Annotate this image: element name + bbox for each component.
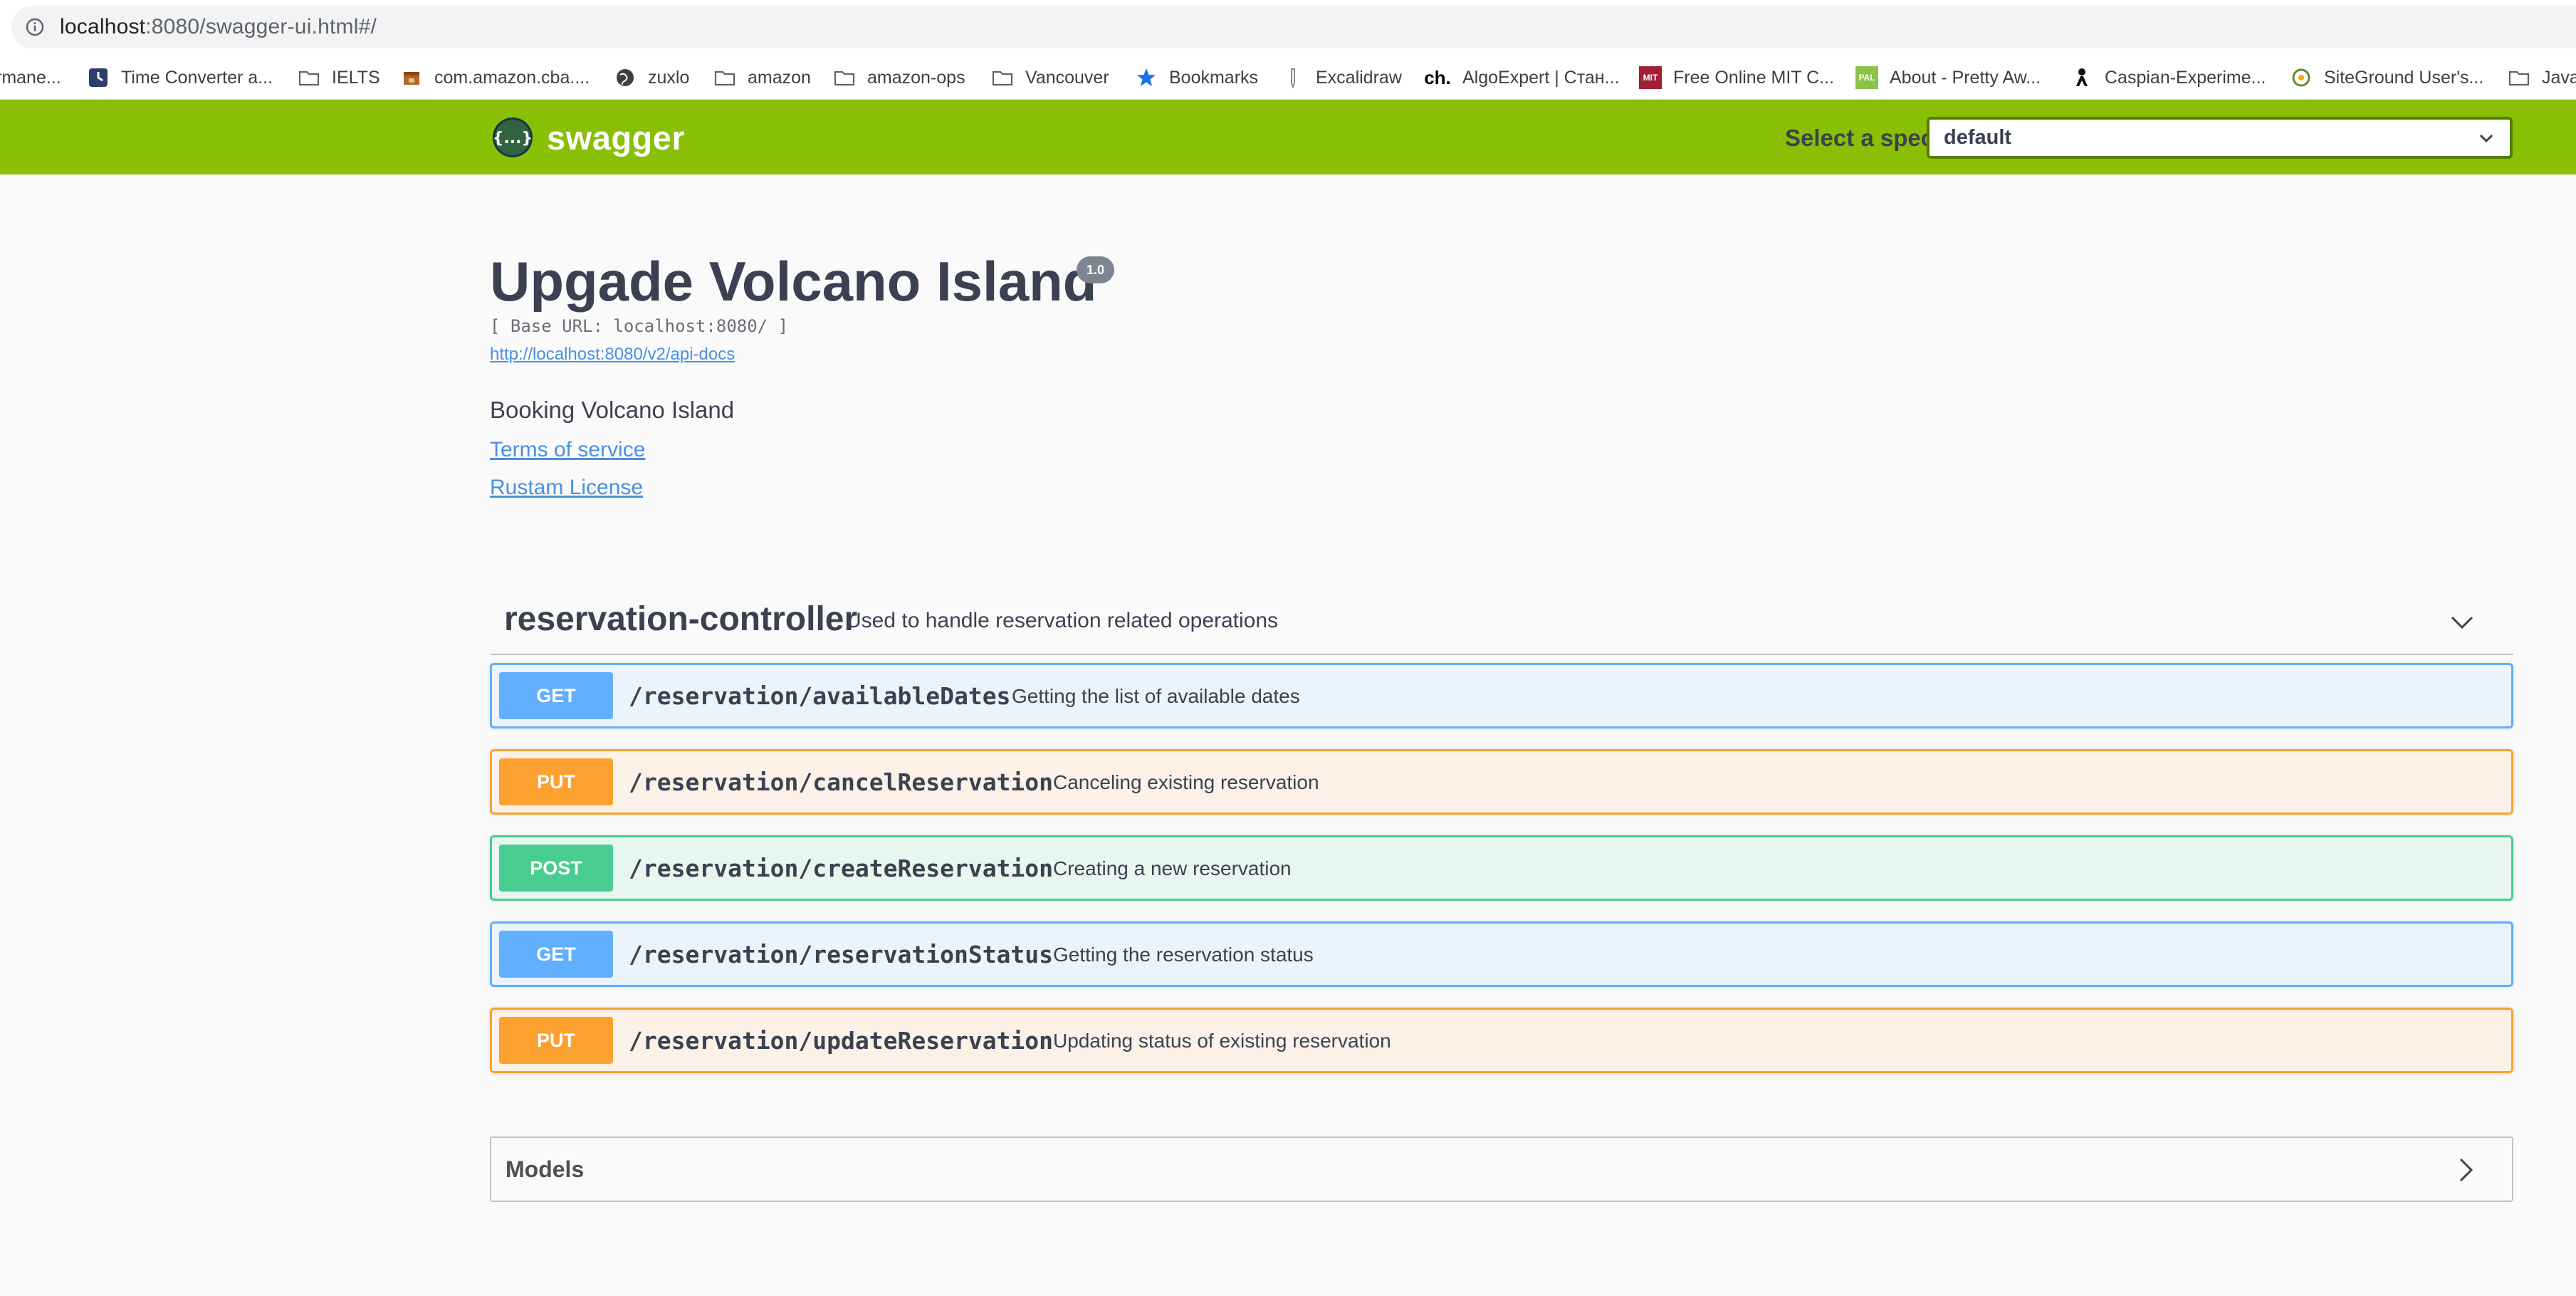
method-badge: POST: [499, 845, 613, 892]
select-spec-label: Select a spec: [1785, 125, 1934, 151]
bookmark-label: zuxlo: [648, 68, 690, 88]
url-field[interactable]: localhost:8080/swagger-ui.html#/: [11, 6, 2576, 48]
folder-icon: [833, 66, 856, 89]
bookmark-label: Caspian-Experime...: [2105, 68, 2266, 88]
logo-text: swagger: [547, 118, 686, 157]
bookmark-item[interactable]: com.amazon.cba....: [400, 63, 590, 93]
bookmark-label: com.amazon.cba....: [434, 68, 590, 88]
bookmark-item[interactable]: Vancouver: [991, 63, 1109, 93]
bookmark-label: rmane...: [0, 68, 61, 88]
models-section[interactable]: Models: [490, 1136, 2513, 1202]
bookmark-label: About - Pretty Aw...: [1890, 68, 2041, 88]
bookmark-item[interactable]: MIT Free Online MIT C...: [1639, 63, 1834, 93]
folder-icon: [298, 66, 320, 89]
clock-icon: [87, 66, 110, 89]
chevron-right-icon[interactable]: [2451, 1155, 2481, 1185]
api-description: Booking Volcano Island: [490, 397, 735, 423]
method-badge: GET: [499, 672, 613, 719]
base-url: [ Base URL: localhost:8080/ ]: [490, 316, 789, 336]
browser-address-bar: localhost:8080/swagger-ui.html#/: [0, 0, 2576, 56]
reservation-controller-tag[interactable]: reservation-controller Used to handle re…: [490, 584, 2513, 655]
operation-get-reservationstatus[interactable]: GET /reservation/reservationStatus Getti…: [490, 921, 2513, 987]
license-link[interactable]: Rustam License: [490, 476, 643, 500]
operation-path: /reservation/cancelReservation: [629, 768, 1054, 796]
swagger-logo-icon: {...}: [493, 117, 533, 157]
operation-path: /reservation/createReservation: [629, 855, 1054, 882]
folder-icon: [991, 66, 1014, 89]
pal-icon: PAL: [1855, 66, 1878, 89]
globe-icon: [614, 66, 637, 89]
pencil-icon: [1282, 66, 1304, 89]
bookmark-item[interactable]: rmane...: [0, 63, 61, 93]
url-path: :8080/swagger-ui.html#/: [145, 15, 377, 38]
bookmark-label: IELTS: [332, 68, 380, 88]
bookmark-label: Java: [2542, 68, 2576, 88]
swagger-topbar: {...} swagger Select a spec default: [0, 100, 2576, 174]
star-icon: [1135, 66, 1158, 89]
method-badge: PUT: [499, 1017, 613, 1064]
operation-path: /reservation/availableDates: [629, 682, 1011, 710]
bookmark-label: AlgoExpert | Стан...: [1462, 68, 1620, 88]
bookmark-label: Vancouver: [1025, 68, 1109, 88]
tag-description: Used to handle reservation related opera…: [846, 609, 1279, 632]
bookmark-item[interactable]: PAL About - Pretty Aw...: [1855, 63, 2041, 93]
operation-summary: Canceling existing reservation: [1053, 771, 1319, 793]
operation-put-cancelreservation[interactable]: PUT /reservation/cancelReservation Cance…: [490, 749, 2513, 815]
bookmark-item[interactable]: Bookmarks: [1135, 63, 1258, 93]
spec-select-value: default: [1944, 126, 2012, 149]
bookmark-item[interactable]: Caspian-Experime...: [2070, 63, 2266, 93]
chevron-down-icon[interactable]: [2448, 608, 2476, 637]
operation-summary: Updating status of existing reservation: [1053, 1030, 1391, 1052]
method-badge: PUT: [499, 758, 613, 805]
api-title: Upgade Volcano Island: [490, 250, 1097, 313]
operation-summary: Creating a new reservation: [1053, 857, 1292, 879]
operation-get-availabledates[interactable]: GET /reservation/availableDates Getting …: [490, 663, 2513, 728]
method-badge: GET: [499, 931, 613, 978]
bookmark-label: SiteGround User's...: [2324, 68, 2484, 88]
operation-post-createreservation[interactable]: POST /reservation/createReservation Crea…: [490, 835, 2513, 901]
operation-path: /reservation/reservationStatus: [629, 941, 1054, 968]
bookmark-item[interactable]: SiteGround User's...: [2290, 63, 2483, 93]
version-badge: 1.0: [1077, 256, 1114, 283]
operation-summary: Getting the list of available dates: [1012, 685, 1300, 707]
chevron-down-icon: [2477, 129, 2496, 147]
siteground-icon: [2290, 66, 2313, 89]
info-icon[interactable]: [26, 18, 44, 36]
bookmark-item[interactable]: zuxlo: [614, 63, 689, 93]
spec-select[interactable]: default: [1927, 117, 2513, 159]
bookmark-item[interactable]: Excalidraw: [1282, 63, 1402, 93]
folder-icon: [2508, 66, 2530, 89]
api-docs-link[interactable]: http://localhost:8080/v2/api-docs: [490, 345, 735, 365]
url-host: localhost: [60, 15, 146, 38]
bookmark-item[interactable]: amazon-ops: [833, 63, 965, 93]
folder-icon: [713, 66, 736, 89]
url-text[interactable]: localhost:8080/swagger-ui.html#/: [60, 15, 377, 39]
bookmark-item[interactable]: IELTS: [298, 63, 380, 93]
ch-logo-icon: ch.: [1424, 66, 1451, 88]
bookmark-label: Excalidraw: [1316, 68, 1402, 88]
models-title: Models: [506, 1156, 585, 1182]
bookmark-item[interactable]: ch. AlgoExpert | Стан...: [1424, 63, 1619, 93]
tag-name: reservation-controller: [504, 600, 858, 638]
bookmark-label: amazon: [748, 68, 811, 88]
bookmark-label: amazon-ops: [867, 68, 965, 88]
terms-of-service-link[interactable]: Terms of service: [490, 438, 645, 462]
mit-icon: MIT: [1639, 66, 1662, 89]
bookmark-label: Free Online MIT C...: [1673, 68, 1834, 88]
bookmark-item[interactable]: Time Converter a...: [87, 63, 273, 93]
logo-glyph: {...}: [493, 130, 533, 147]
bookmark-label: Time Converter a...: [121, 68, 273, 88]
operation-put-updatereservation[interactable]: PUT /reservation/updateReservation Updat…: [490, 1008, 2513, 1073]
bookmark-label: Bookmarks: [1169, 68, 1259, 88]
bookmarks-bar: rmane... Time Converter a... IELTS com.a…: [0, 56, 2576, 100]
operation-path: /reservation/updateReservation: [629, 1027, 1054, 1055]
operation-summary: Getting the reservation status: [1053, 944, 1314, 966]
bookmark-item[interactable]: amazon: [713, 63, 811, 93]
box-icon: [400, 66, 423, 89]
person-icon: [2070, 66, 2093, 89]
bookmark-item[interactable]: Java: [2508, 63, 2576, 93]
swagger-logo[interactable]: {...} swagger: [491, 115, 685, 160]
